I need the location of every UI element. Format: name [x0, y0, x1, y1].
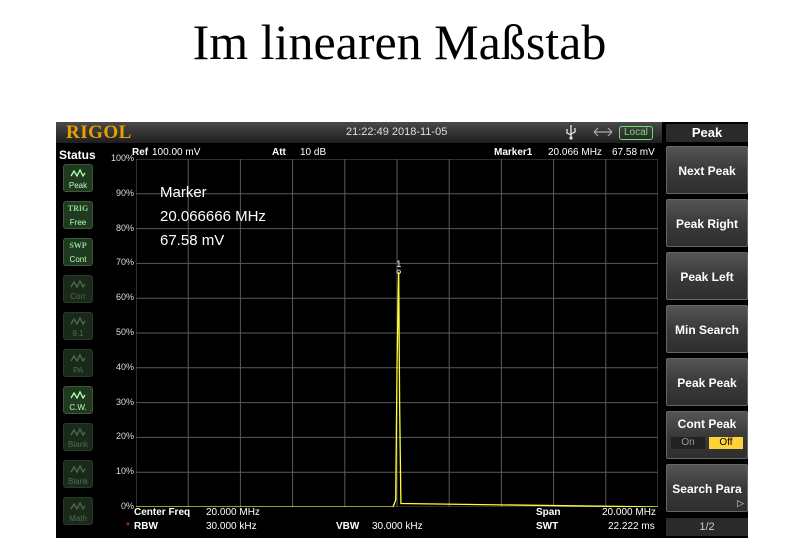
status-button-c-w-[interactable]: C.W. [63, 386, 93, 414]
status-button-top-label: TRIG [67, 204, 89, 213]
span-label: Span [536, 507, 561, 518]
status-button-peak[interactable]: Peak [63, 164, 93, 192]
peak-left-label: Peak Left [680, 270, 734, 284]
blank-icon [70, 427, 86, 437]
y-tick-label: 10% [115, 466, 134, 477]
blank-icon [70, 464, 86, 474]
y-tick-label: 80% [115, 222, 134, 233]
vbw-value: 30.000 kHz [372, 521, 423, 532]
marker-amp: 67.58 mV [612, 147, 655, 158]
search-para-button[interactable]: Search Para ▷ [666, 464, 748, 512]
y-tick-label: 50% [115, 327, 134, 337]
peak-right-label: Peak Right [675, 217, 738, 231]
min-search-label: Min Search [674, 323, 740, 337]
softkey-panel: Peak Next Peak Peak Right Peak Left Min … [662, 122, 748, 538]
marker-info-amp: 67.58 mV [160, 232, 225, 249]
status-button-label: PA [72, 366, 84, 375]
att-value: 10 dB [300, 147, 327, 158]
trace-icon [70, 316, 86, 326]
y-tick-label: 40% [115, 361, 134, 372]
swt-value: 22.222 ms [608, 521, 655, 532]
datetime: 21:22:49 2018-11-05 [346, 126, 448, 138]
status-button-blank[interactable]: Blank [63, 423, 93, 451]
top-bar: RIGOL 21:22:49 2018-11-05 Local [56, 122, 662, 143]
status-button-pa[interactable]: PA [63, 349, 93, 377]
local-badge[interactable]: Local [619, 126, 653, 140]
span-value: 20.000 MHz [602, 507, 656, 518]
cont-peak-label: Cont Peak [677, 417, 737, 431]
min-search-button[interactable]: Min Search [666, 305, 748, 353]
rbw-value: 30.000 kHz [206, 521, 257, 532]
status-button-label: Math [69, 514, 87, 523]
status-button-corr[interactable]: Corr [63, 275, 93, 303]
status-button-top-label: SWP [69, 241, 87, 250]
peak-left-button[interactable]: Peak Left [666, 252, 748, 300]
center-freq-value: 20.000 MHz [206, 507, 260, 518]
menu-title: Peak [666, 124, 748, 142]
pa-icon [70, 353, 86, 363]
peak-right-button[interactable]: Peak Right [666, 199, 748, 247]
analyzer-screen: RIGOL 21:22:49 2018-11-05 Local Status P… [56, 122, 748, 538]
corr-icon [70, 279, 86, 289]
status-button-label: Blank [67, 477, 88, 486]
peak-wave-icon [70, 168, 86, 178]
math-icon [70, 501, 86, 511]
center-freq-label: Center Freq [134, 507, 191, 518]
marker-info-freq: 20.066666 MHz [160, 208, 266, 225]
status-button-label: Cont [69, 255, 87, 264]
status-title: Status [59, 148, 96, 162]
remote-arrow-icon [593, 127, 613, 137]
peak-peak-button[interactable]: Peak Peak [666, 358, 748, 406]
next-peak-button[interactable]: Next Peak [666, 146, 748, 194]
status-button-label: C.W. [69, 403, 87, 412]
usb-icon [566, 125, 576, 140]
ref-label: Ref [132, 147, 149, 158]
status-button-label: Blank [67, 440, 88, 449]
ref-value: 100.00 mV [152, 147, 201, 158]
vbw-label: VBW [336, 521, 360, 532]
y-tick-label: 30% [115, 396, 134, 407]
rbw-star-icon: * [126, 521, 130, 532]
peak-peak-label: Peak Peak [677, 376, 737, 390]
cont-peak-button[interactable]: Cont Peak On Off [666, 411, 748, 459]
status-button-blank[interactable]: Blank [63, 460, 93, 488]
status-button-label: Free [69, 218, 87, 227]
att-label: Att [272, 147, 286, 158]
marker-freq: 20.066 MHz [548, 147, 602, 158]
status-button-label: Peak [68, 181, 88, 190]
status-button-9-1[interactable]: 9.1 [63, 312, 93, 340]
brand-logo: RIGOL [66, 122, 132, 143]
submenu-arrow-icon: ▷ [737, 498, 744, 508]
y-tick-label: 20% [115, 431, 134, 442]
status-button-free[interactable]: TRIG Free [63, 201, 93, 229]
cw-wave-icon [70, 390, 86, 400]
marker-label: Marker1 [494, 147, 533, 158]
status-button-cont[interactable]: SWP Cont [63, 238, 93, 266]
search-para-label: Search Para [672, 482, 742, 496]
page-number[interactable]: 1/2 [666, 518, 748, 536]
status-button-label: Corr [70, 292, 86, 301]
marker-info-title: Marker [160, 184, 207, 201]
y-tick-label: 90% [115, 187, 134, 198]
cont-peak-on-option[interactable]: On [671, 437, 705, 449]
cont-peak-off-option[interactable]: Off [709, 437, 743, 449]
swt-label: SWT [536, 521, 559, 532]
next-peak-label: Next Peak [678, 164, 736, 178]
rbw-label: RBW [134, 521, 158, 532]
y-tick-label: 100% [110, 153, 134, 163]
y-tick-label: 70% [115, 257, 134, 268]
slide-title: Im linearen Maßstab [192, 14, 607, 70]
y-tick-label: 60% [115, 292, 134, 303]
status-button-math[interactable]: Math [63, 497, 93, 525]
status-button-label: 9.1 [72, 329, 84, 338]
y-tick-label: 0% [120, 501, 134, 511]
marker-number: 1 [396, 259, 401, 269]
